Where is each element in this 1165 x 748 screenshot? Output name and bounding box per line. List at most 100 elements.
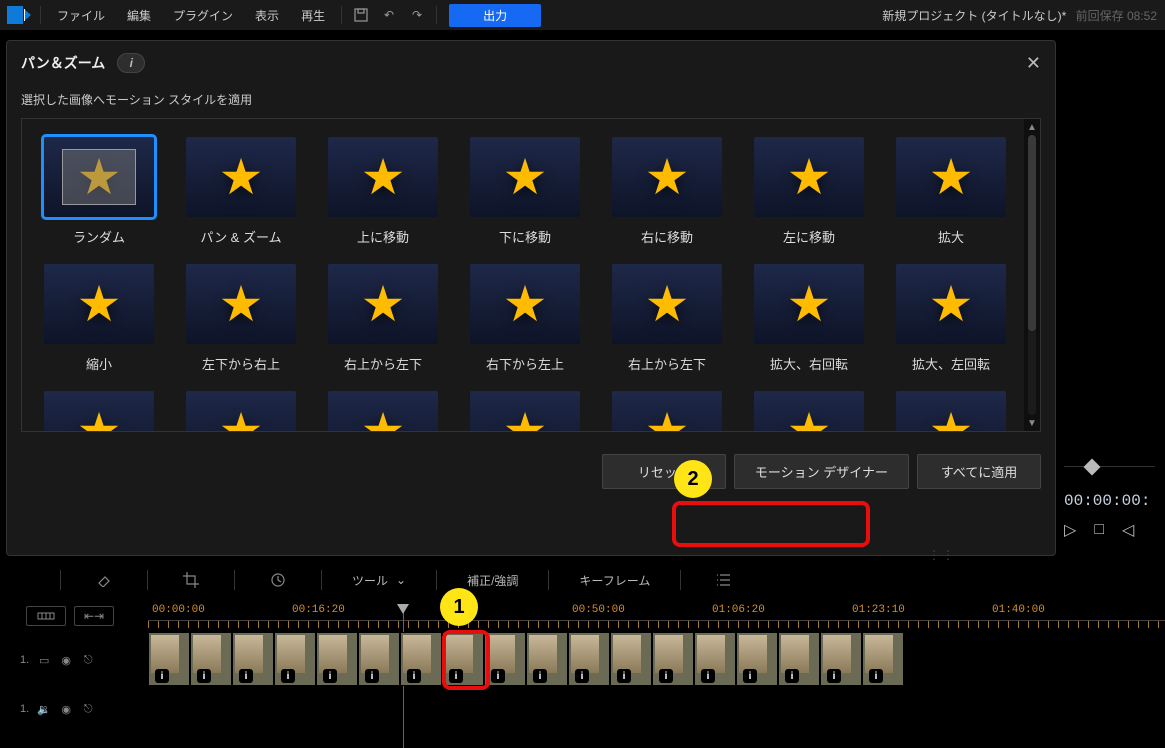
style-thumbnail: ★ (328, 137, 438, 217)
scroll-down-icon[interactable]: ▼ (1024, 415, 1040, 431)
menu-play[interactable]: 再生 (291, 3, 335, 28)
menu-plugin[interactable]: プラグイン (163, 3, 243, 28)
zoom-out-ruler-icon[interactable] (26, 606, 66, 626)
style-tile[interactable]: ★ (328, 391, 438, 431)
keyframe-button[interactable]: キーフレーム (579, 572, 650, 589)
fit-ruler-icon[interactable]: ⇤⇥ (74, 606, 114, 626)
scroll-track[interactable] (1028, 135, 1036, 415)
play-icon[interactable]: ▷ (1064, 520, 1076, 540)
style-tile[interactable]: ★拡大、左回転 (896, 264, 1006, 373)
menu-view[interactable]: 表示 (245, 3, 289, 28)
style-tile[interactable]: ★ (754, 391, 864, 431)
video-clip[interactable]: i (652, 632, 694, 686)
apply-all-button[interactable]: すべてに適用 (917, 454, 1041, 489)
timeline-ruler[interactable]: 00:00:00 00:16:20 00:50:00 01:06:20 01:2… (148, 604, 1165, 628)
style-tile[interactable]: ★右上から左下 (612, 264, 722, 373)
style-tile[interactable]: ★パン & ズーム (186, 137, 296, 246)
video-clip[interactable]: i (148, 632, 190, 686)
video-clip[interactable]: i (862, 632, 904, 686)
crop-icon[interactable] (178, 567, 204, 593)
style-label: 下に移動 (499, 227, 551, 246)
style-label: 右上から左下 (344, 354, 422, 373)
scroll-up-icon[interactable]: ▲ (1024, 119, 1040, 135)
save-icon[interactable] (348, 3, 374, 27)
style-label: 右に移動 (641, 227, 693, 246)
style-tile[interactable]: ★ (470, 391, 580, 431)
style-thumbnail: ★ (470, 137, 580, 217)
preview-controls: 00:00:00: ▷ □ ◁ (1064, 466, 1159, 556)
tools-dropdown[interactable]: ツール⌄ (352, 572, 406, 589)
video-clip[interactable]: i (484, 632, 526, 686)
style-tile[interactable]: ★右上から左下 (328, 264, 438, 373)
style-tile[interactable]: ★ランダム (44, 137, 154, 246)
visibility-icon[interactable]: ◉ (59, 702, 73, 716)
clip-info-icon: i (869, 669, 883, 683)
star-icon: ★ (929, 152, 974, 202)
style-grid-scroll[interactable]: ★ランダム★パン & ズーム★上に移動★下に移動★右に移動★左に移動★拡大★縮小… (22, 119, 1024, 431)
video-clip[interactable]: i (316, 632, 358, 686)
video-clip[interactable]: i (274, 632, 316, 686)
style-tile[interactable]: ★ (612, 391, 722, 431)
audio-track-icon[interactable]: 🔉 (37, 702, 51, 716)
video-track-icon[interactable]: ▭ (37, 653, 51, 667)
lock-icon[interactable]: ⎋ (81, 653, 95, 667)
separator (234, 570, 235, 590)
video-clip[interactable]: i (610, 632, 652, 686)
eraser-icon[interactable] (91, 567, 117, 593)
ruler-label: 00:16:20 (292, 604, 345, 616)
video-clip[interactable]: i (190, 632, 232, 686)
video-clip[interactable]: i (820, 632, 862, 686)
style-label: パン & ズーム (200, 227, 281, 246)
style-tile[interactable]: ★ (896, 391, 1006, 431)
separator (60, 570, 61, 590)
output-button[interactable]: 出力 (449, 4, 541, 27)
style-tile[interactable]: ★ (186, 391, 296, 431)
list-icon[interactable] (711, 567, 737, 593)
vertical-scrollbar[interactable]: ▲ ▼ (1024, 119, 1040, 431)
preview-column: 00:00:00: ▷ □ ◁ (1064, 40, 1159, 556)
video-clip[interactable]: i (400, 632, 442, 686)
star-icon: ★ (361, 152, 406, 202)
style-tile[interactable]: ★右下から左上 (470, 264, 580, 373)
video-clip[interactable]: i (694, 632, 736, 686)
style-tile[interactable]: ★拡大、右回転 (754, 264, 864, 373)
video-clip[interactable]: i (526, 632, 568, 686)
menu-edit[interactable]: 編集 (117, 3, 161, 28)
style-tile[interactable]: ★上に移動 (328, 137, 438, 246)
video-clip[interactable]: i (778, 632, 820, 686)
video-clip[interactable]: i (442, 632, 484, 686)
correction-button[interactable]: 補正/強調 (467, 572, 518, 589)
prev-frame-icon[interactable]: ◁ (1122, 520, 1134, 540)
separator (436, 570, 437, 590)
video-clip[interactable]: i (568, 632, 610, 686)
style-tile[interactable]: ★ (44, 391, 154, 431)
style-tile[interactable]: ★左に移動 (754, 137, 864, 246)
video-clip[interactable]: i (232, 632, 274, 686)
separator (680, 570, 681, 590)
style-thumbnail: ★ (612, 391, 722, 431)
style-thumbnail: ★ (470, 391, 580, 431)
video-clip[interactable]: i (358, 632, 400, 686)
style-tile[interactable]: ★縮小 (44, 264, 154, 373)
style-thumbnail: ★ (754, 264, 864, 344)
visibility-icon[interactable]: ◉ (59, 653, 73, 667)
style-grid: ★ランダム★パン & ズーム★上に移動★下に移動★右に移動★左に移動★拡大★縮小… (21, 118, 1041, 432)
video-clips[interactable]: iiiiiiiiiiiiiiiiii (148, 632, 1165, 688)
info-icon[interactable]: i (117, 53, 145, 73)
menu-file[interactable]: ファイル (47, 3, 115, 28)
close-icon[interactable]: ✕ (1026, 53, 1041, 74)
panel-title: パン＆ズーム (21, 53, 105, 73)
motion-designer-button[interactable]: モーション デザイナー (734, 454, 909, 489)
style-tile[interactable]: ★左下から右上 (186, 264, 296, 373)
redo-icon[interactable]: ↷ (404, 3, 430, 27)
scroll-thumb[interactable] (1028, 135, 1036, 331)
clock-icon[interactable] (265, 567, 291, 593)
video-clip[interactable]: i (736, 632, 778, 686)
stop-icon[interactable]: □ (1094, 521, 1104, 539)
lock-icon[interactable]: ⎋ (81, 702, 95, 716)
style-tile[interactable]: ★右に移動 (612, 137, 722, 246)
undo-icon[interactable]: ↶ (376, 3, 402, 27)
style-tile[interactable]: ★拡大 (896, 137, 1006, 246)
style-tile[interactable]: ★ 下に移動 (470, 137, 580, 246)
ruler-label: 01:40:00 (992, 604, 1045, 616)
